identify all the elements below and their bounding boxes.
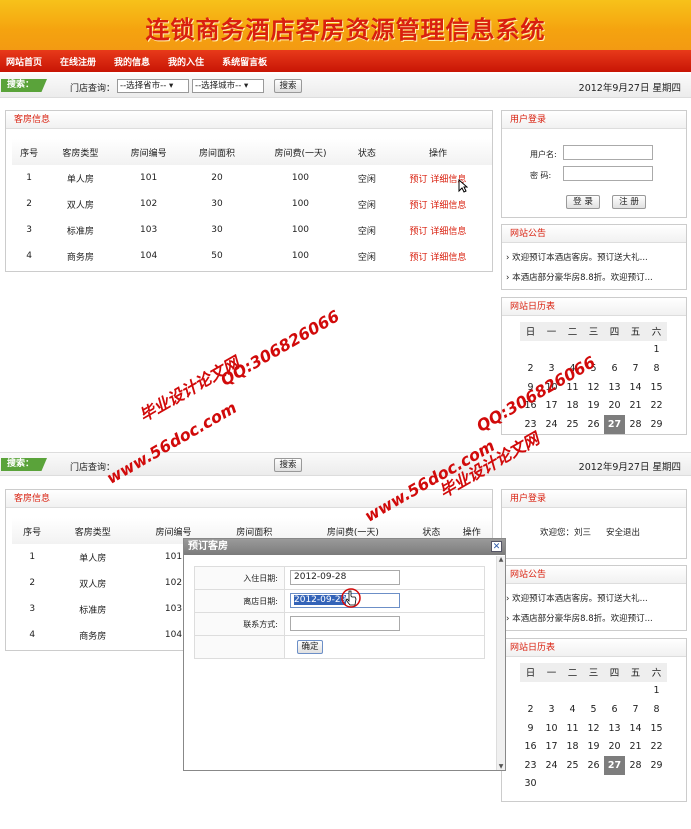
site-title: 连锁商务酒店客房资源管理信息系统: [145, 16, 546, 44]
col-price: 房间费(一天): [251, 139, 350, 165]
dialog-scrollbar[interactable]: ▲ ▼: [496, 556, 505, 770]
notice-item[interactable]: › 本酒店部分豪华房8.8折。欢迎预订...: [506, 271, 653, 283]
nav-message-board[interactable]: 系统留言板: [222, 55, 267, 68]
password-label: 密 码:: [530, 171, 552, 180]
booking-dialog: 预订客房 ✕ 入住日期: 2012-09-28 离店日期: 2012-09-29…: [183, 538, 506, 771]
calendar-title: 网站日历表: [502, 639, 686, 657]
notice-item[interactable]: › 本酒店部分豪华房8.8折。欢迎预订...: [506, 612, 653, 624]
nav-my-info[interactable]: 我的信息: [114, 55, 150, 68]
watermark-qq: QQ:306826066: [217, 306, 343, 390]
search-bar: 搜索： 门店查询： --选择省市-- ▾ --选择城市-- ▾ 搜索 2012年…: [0, 74, 691, 98]
notice-panel: 网站公告 › 欢迎预订本酒店客房。预订送大礼... › 本酒店部分豪华房8.8折…: [501, 224, 687, 290]
checkout-label: 离店日期:: [194, 589, 285, 613]
logout-link[interactable]: 安全退出: [606, 526, 640, 538]
col-number: 房间编号: [114, 139, 183, 165]
col-status: 状态: [349, 139, 384, 165]
book-link[interactable]: 预订: [410, 201, 428, 211]
calendar-title: 网站日历表: [502, 298, 686, 316]
detail-link[interactable]: 详细信息: [430, 227, 466, 237]
table-row: 2 双人房 102 30 100 空闲 预订 详细信息: [26, 199, 467, 211]
book-link[interactable]: 预订: [410, 227, 428, 237]
contact-field[interactable]: [290, 616, 400, 631]
confirm-button[interactable]: 确定: [297, 640, 323, 654]
checkin-field[interactable]: 2012-09-28: [290, 570, 400, 585]
close-icon[interactable]: ✕: [491, 541, 502, 552]
booking-form: 入住日期: 2012-09-28 离店日期: 2012-09-29 联系方式: …: [194, 566, 485, 659]
book-link[interactable]: 预订: [410, 175, 428, 185]
calendar-grid: 日一二三四五六 1 2345678 9 10 11 12 13 14 15 16 17 18 19…: [520, 322, 667, 434]
dialog-title: 预订客房: [188, 541, 228, 552]
notice-item[interactable]: › 欢迎预订本酒店客房。预订送大礼...: [506, 592, 648, 604]
login-button[interactable]: 登 录: [566, 195, 600, 209]
mouse-cursor-icon: [458, 179, 468, 193]
login-title: 用户登录: [502, 111, 686, 129]
city-select[interactable]: --选择城市-- ▾: [192, 79, 264, 93]
current-date: 2012年9月27日 星期四: [578, 83, 681, 94]
register-button[interactable]: 注 册: [612, 195, 646, 209]
notice-title: 网站公告: [502, 225, 686, 243]
calendar-panel: 网站日历表 日一二三四五六 1 2345678 9 10 11 12 13 14 15 16…: [501, 638, 687, 802]
calendar-grid: 日一二三四五六 1 2345678 9 10 11 12 13 14 15 16 17 18 19…: [520, 663, 667, 793]
password-field[interactable]: [563, 166, 653, 181]
login-panel: 用户登录 欢迎您：刘三 安全退出: [501, 489, 687, 559]
username-label: 用户名:: [530, 150, 557, 159]
nav-my-checkin[interactable]: 我的入住: [168, 55, 204, 68]
search-button[interactable]: 搜索: [274, 458, 302, 472]
dialog-titlebar[interactable]: 预订客房 ✕: [184, 539, 505, 555]
notice-panel: 网站公告 › 欢迎预订本酒店客房。预订送大礼... › 本酒店部分豪华房8.8折…: [501, 565, 687, 631]
rooms-title: 客房信息: [6, 111, 492, 129]
login-title: 用户登录: [502, 490, 686, 508]
hand-cursor-icon: [341, 588, 361, 608]
detail-link[interactable]: 详细信息: [430, 201, 466, 211]
search-button[interactable]: 搜索: [274, 79, 302, 93]
col-type: 客房类型: [46, 139, 115, 165]
rooms-panel: 客房信息 序号 客房类型 房间编号 房间面积 房间费(一天) 状态 操作 1 单人…: [5, 110, 493, 272]
notice-item[interactable]: › 欢迎预订本酒店客房。预订送大礼...: [506, 251, 648, 263]
col-area: 房间面积: [182, 139, 252, 165]
nav-home[interactable]: 网站首页: [6, 55, 42, 68]
col-action: 操作: [383, 139, 492, 165]
table-row: 1 单人房 101 20 100 空闲 预订 详细信息: [26, 173, 467, 185]
current-date: 2012年9月27日 星期四: [578, 462, 681, 473]
header-banner: 连锁商务酒店客房资源管理信息系统: [0, 0, 691, 50]
table-row: 3 标准房 103 30 100 空闲 预订 详细信息: [26, 225, 467, 237]
username-field[interactable]: [563, 145, 653, 160]
checkin-label: 入住日期:: [194, 566, 285, 590]
login-panel: 用户登录 用户名: 密 码: 登 录 注 册: [501, 110, 687, 218]
search-tag: 搜索：: [1, 79, 47, 92]
notice-title: 网站公告: [502, 566, 686, 584]
welcome-text: 欢迎您：刘三: [540, 528, 592, 538]
contact-label: 联系方式:: [194, 612, 285, 636]
book-link[interactable]: 预订: [410, 253, 428, 263]
nav-register[interactable]: 在线注册: [60, 55, 96, 68]
detail-link[interactable]: 详细信息: [430, 253, 466, 263]
table-row: 4 商务房 104 50 100 空闲 预订 详细信息: [26, 251, 467, 263]
province-select[interactable]: --选择省市-- ▾: [117, 79, 189, 93]
rooms-table: 序号 客房类型 房间编号 房间面积 房间费(一天) 状态 操作 1 单人房 101 2…: [12, 139, 492, 269]
store-query-label: 门店查询：: [70, 84, 116, 94]
col-no: 序号: [12, 139, 47, 165]
search-tag: 搜索：: [1, 458, 47, 471]
main-nav: 网站首页 在线注册 我的信息 我的入住 系统留言板: [0, 50, 691, 72]
